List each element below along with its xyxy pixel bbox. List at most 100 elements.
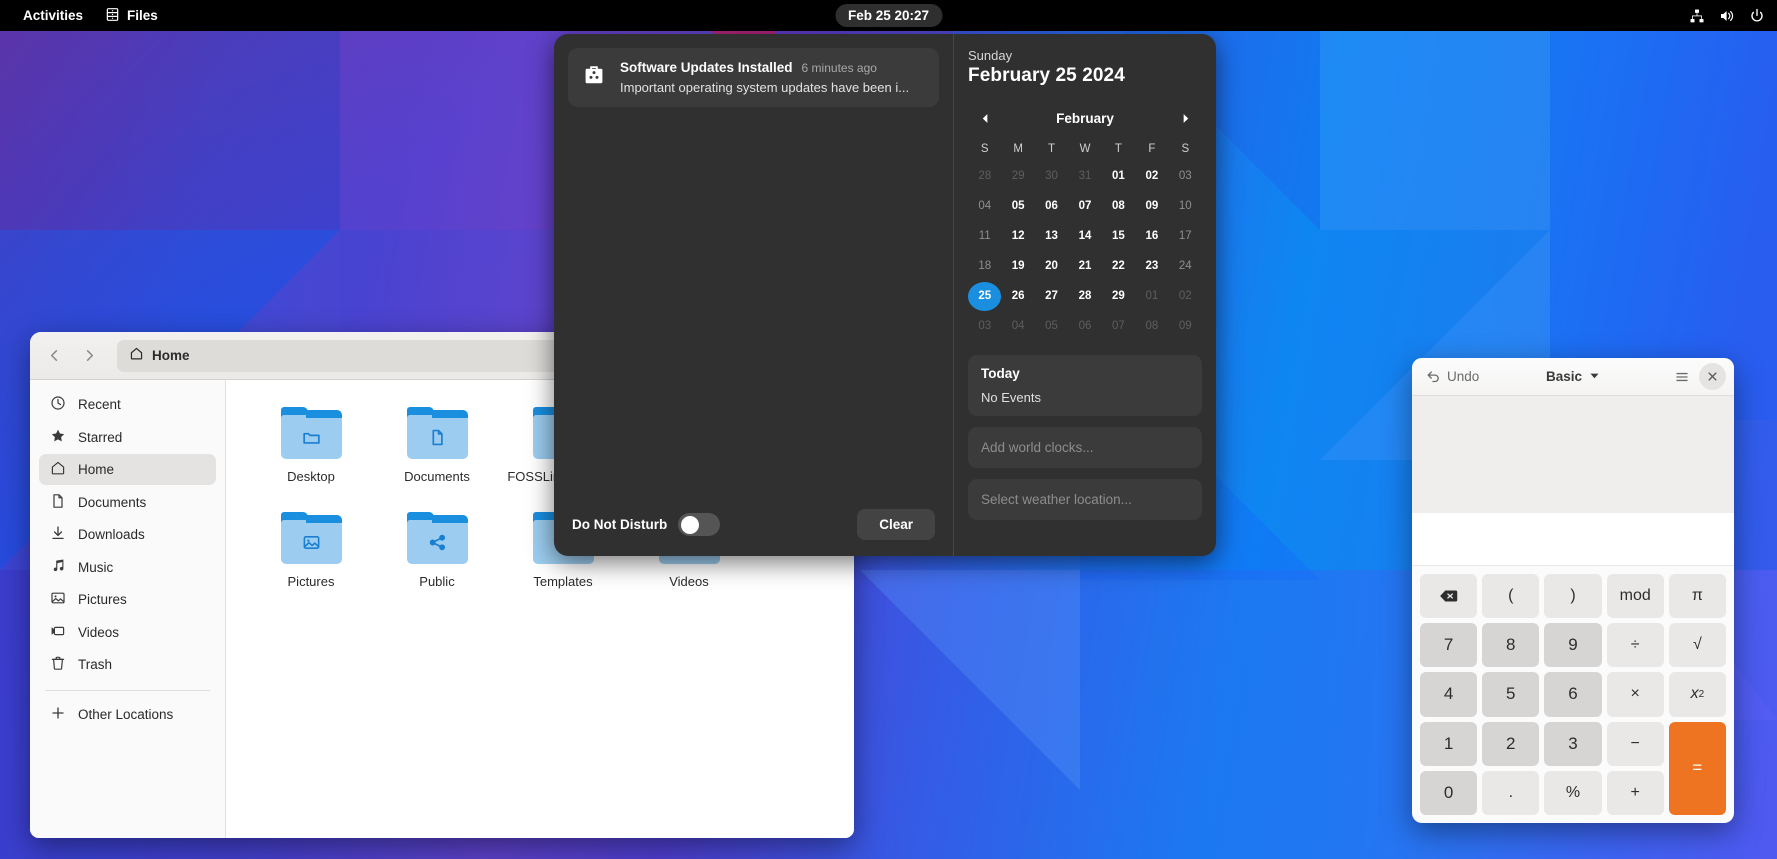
system-status-area[interactable]	[1689, 8, 1765, 24]
calendar-day-01[interactable]: 01	[1135, 282, 1168, 311]
app-menu-button[interactable]: Files	[94, 3, 169, 29]
calendar-day-29[interactable]: 29	[1001, 162, 1034, 191]
clock-button[interactable]: Feb 25 20:27	[835, 4, 942, 27]
digit-6-key[interactable]: 6	[1544, 672, 1601, 716]
calendar-day-21[interactable]: 21	[1068, 252, 1101, 281]
volume-icon[interactable]	[1719, 8, 1735, 24]
calendar-day-01[interactable]: 01	[1102, 162, 1135, 191]
sidebar-item-pictures[interactable]: Pictures	[39, 584, 216, 615]
calendar-day-02[interactable]: 02	[1169, 282, 1202, 311]
calendar-day-17[interactable]: 17	[1169, 222, 1202, 251]
do-not-disturb-toggle[interactable]	[678, 513, 720, 536]
chevron-left-icon[interactable]	[974, 107, 996, 129]
calendar-day-23[interactable]: 23	[1135, 252, 1168, 281]
close-icon[interactable]	[1699, 363, 1726, 390]
calendar-day-08[interactable]: 08	[1135, 312, 1168, 341]
digit-2-key[interactable]: 2	[1482, 722, 1539, 766]
calculator-mode-dropdown[interactable]: Basic	[1538, 365, 1608, 388]
backspace-key[interactable]	[1420, 574, 1477, 618]
calendar-day-12[interactable]: 12	[1001, 222, 1034, 251]
calendar-day-04[interactable]: 04	[968, 192, 1001, 221]
digit-5-key[interactable]: 5	[1482, 672, 1539, 716]
hamburger-menu-icon[interactable]	[1668, 363, 1695, 390]
digit-4-key[interactable]: 4	[1420, 672, 1477, 716]
calendar-day-05[interactable]: 05	[1035, 312, 1068, 341]
clear-notifications-button[interactable]: Clear	[857, 509, 935, 540]
pi-key[interactable]: π	[1669, 574, 1726, 618]
calendar-day-11[interactable]: 11	[968, 222, 1001, 251]
weather-location-button[interactable]: Select weather location...	[968, 479, 1202, 520]
digit-9-key[interactable]: 9	[1544, 623, 1601, 667]
calculator-window[interactable]: Undo Basic	[1412, 358, 1734, 823]
digit-0-key[interactable]: 0	[1420, 771, 1477, 815]
today-events-card[interactable]: Today No Events	[968, 355, 1202, 416]
calendar-day-13[interactable]: 13	[1035, 222, 1068, 251]
calendar-day-28[interactable]: 28	[968, 162, 1001, 191]
calendar-day-10[interactable]: 10	[1169, 192, 1202, 221]
calendar-day-08[interactable]: 08	[1102, 192, 1135, 221]
calendar-day-19[interactable]: 19	[1001, 252, 1034, 281]
sidebar-item-trash[interactable]: Trash	[39, 649, 216, 680]
close-paren-key[interactable]: )	[1544, 574, 1601, 618]
power-icon[interactable]	[1749, 8, 1765, 24]
activities-button[interactable]: Activities	[12, 5, 94, 27]
chevron-right-icon[interactable]	[1174, 107, 1196, 129]
digit-3-key[interactable]: 3	[1544, 722, 1601, 766]
calendar-day-28[interactable]: 28	[1068, 282, 1101, 311]
calendar-day-20[interactable]: 20	[1035, 252, 1068, 281]
equals-key[interactable]: =	[1669, 722, 1726, 815]
file-item[interactable]: Pictures	[248, 507, 374, 594]
calendar-day-03[interactable]: 03	[968, 312, 1001, 341]
add-key[interactable]: +	[1607, 771, 1664, 815]
percent-key[interactable]: %	[1544, 771, 1601, 815]
sidebar-item-home[interactable]: Home	[39, 454, 216, 485]
calendar-day-06[interactable]: 06	[1035, 192, 1068, 221]
digit-7-key[interactable]: 7	[1420, 623, 1477, 667]
calendar-day-09[interactable]: 09	[1135, 192, 1168, 221]
digit-8-key[interactable]: 8	[1482, 623, 1539, 667]
file-item[interactable]: Desktop	[248, 402, 374, 489]
sidebar-item-downloads[interactable]: Downloads	[39, 519, 216, 550]
notification-item[interactable]: Software Updates Installed 6 minutes ago…	[568, 48, 939, 107]
mod-key[interactable]: mod	[1607, 574, 1664, 618]
divide-key[interactable]: ÷	[1607, 623, 1664, 667]
sidebar-item-starred[interactable]: Starred	[39, 422, 216, 453]
calendar-day-06[interactable]: 06	[1068, 312, 1101, 341]
calendar-day-25[interactable]: 25	[968, 282, 1001, 311]
file-item[interactable]: Documents	[374, 402, 500, 489]
back-button[interactable]	[39, 340, 70, 371]
do-not-disturb-control[interactable]: Do Not Disturb	[572, 513, 720, 536]
sidebar-item-documents[interactable]: Documents	[39, 487, 216, 518]
sidebar-item-other-locations[interactable]: Other Locations	[39, 699, 216, 730]
calendar-day-02[interactable]: 02	[1135, 162, 1168, 191]
calendar-day-03[interactable]: 03	[1169, 162, 1202, 191]
sidebar-item-music[interactable]: Music	[39, 552, 216, 583]
calendar-day-05[interactable]: 05	[1001, 192, 1034, 221]
subtract-key[interactable]: −	[1607, 722, 1664, 766]
calendar-day-04[interactable]: 04	[1001, 312, 1034, 341]
decimal-key[interactable]: .	[1482, 771, 1539, 815]
calendar-day-14[interactable]: 14	[1068, 222, 1101, 251]
calendar-day-07[interactable]: 07	[1102, 312, 1135, 341]
calendar-day-24[interactable]: 24	[1169, 252, 1202, 281]
sidebar-item-videos[interactable]: Videos	[39, 617, 216, 648]
sidebar-item-recent[interactable]: Recent	[39, 389, 216, 420]
network-icon[interactable]	[1689, 8, 1705, 24]
world-clocks-button[interactable]: Add world clocks...	[968, 427, 1202, 468]
digit-1-key[interactable]: 1	[1420, 722, 1477, 766]
forward-button[interactable]	[74, 340, 105, 371]
calendar-day-31[interactable]: 31	[1068, 162, 1101, 191]
calendar-day-18[interactable]: 18	[968, 252, 1001, 281]
undo-button[interactable]: Undo	[1420, 364, 1485, 390]
open-paren-key[interactable]: (	[1482, 574, 1539, 618]
calendar-day-26[interactable]: 26	[1001, 282, 1034, 311]
calendar-day-07[interactable]: 07	[1068, 192, 1101, 221]
multiply-key[interactable]: ×	[1607, 672, 1664, 716]
file-item[interactable]: Public	[374, 507, 500, 594]
square-key[interactable]: x2	[1669, 672, 1726, 716]
sqrt-key[interactable]: √	[1669, 623, 1726, 667]
calendar-day-29[interactable]: 29	[1102, 282, 1135, 311]
calendar-day-30[interactable]: 30	[1035, 162, 1068, 191]
calendar-day-22[interactable]: 22	[1102, 252, 1135, 281]
calendar-day-27[interactable]: 27	[1035, 282, 1068, 311]
